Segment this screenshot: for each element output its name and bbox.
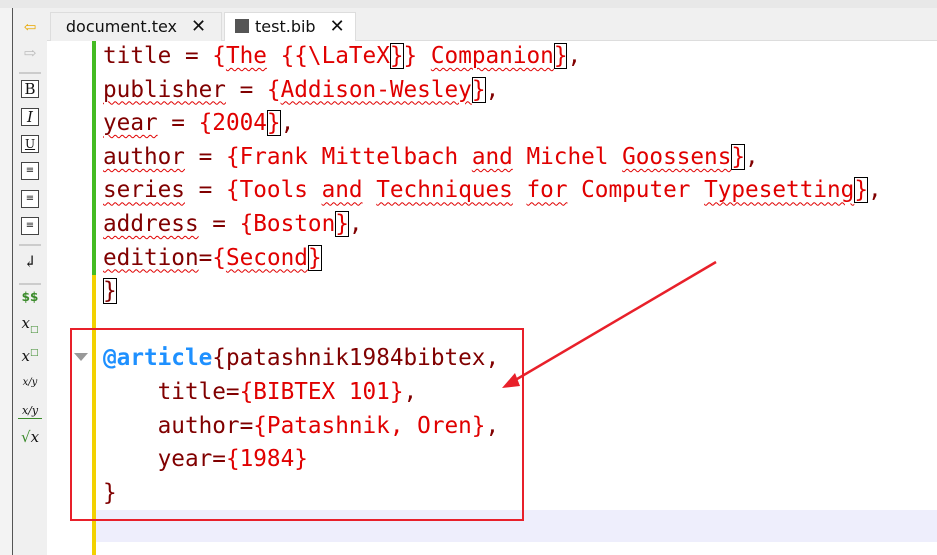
arrow-line: [511, 260, 717, 384]
arrow-head: [502, 373, 520, 388]
annotation-arrow: [502, 260, 717, 388]
